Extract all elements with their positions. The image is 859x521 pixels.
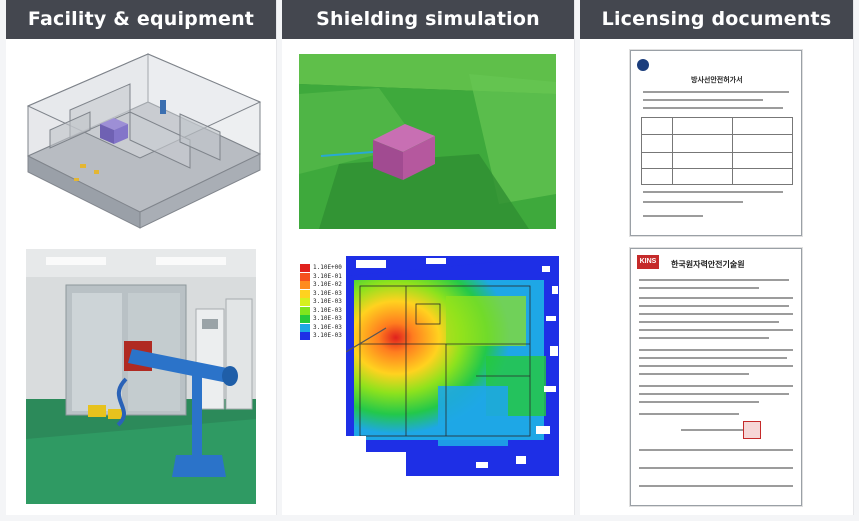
license-certificate-heading: 방사선안전허가서	[691, 76, 743, 84]
colorbar-label: 3.10E-03	[313, 323, 342, 331]
facility-photo	[26, 249, 256, 504]
simulation-column-title: Shielding simulation	[282, 0, 574, 39]
facility-3d-model-image	[10, 44, 272, 230]
facility-column: Facility & equipment	[6, 0, 277, 515]
license-certificate-document: 방사선안전허가서	[630, 50, 802, 236]
colorbar-swatch	[300, 332, 310, 340]
colorbar-swatch	[300, 272, 310, 281]
shielding-3d-model-image	[299, 54, 556, 229]
colorbar-label: 3.10E-03	[313, 298, 342, 305]
colorbar-swatch	[300, 289, 310, 298]
colorbar-swatch	[300, 315, 310, 323]
colorbar-swatch	[300, 281, 310, 289]
license-table	[641, 117, 793, 185]
colorbar-swatch	[300, 264, 310, 272]
government-seal-icon	[637, 59, 649, 71]
colorbar-label: 3.10E-03	[313, 315, 342, 322]
facility-column-title: Facility & equipment	[6, 0, 276, 39]
dose-heatmap	[346, 256, 559, 476]
kins-logo: KINS	[637, 255, 659, 269]
colorbar-label: 3.10E-02	[313, 281, 342, 288]
kins-document-heading: 한국원자력안전기술원	[671, 260, 745, 269]
kins-inspection-document: KINS 한국원자력안전기술원	[630, 248, 802, 506]
simulation-column: Shielding simulation 1.10E+00 3.10E-01 3.1…	[282, 0, 575, 515]
colorbar-label: 3.10E-03	[313, 332, 342, 339]
colorbar-label: 3.10E-03	[313, 289, 342, 297]
colorbar-swatch	[300, 323, 310, 332]
official-seal-stamp	[743, 421, 761, 439]
licensing-column-title: Licensing documents	[580, 0, 853, 39]
colorbar-swatch	[300, 306, 310, 315]
colorbar-swatch	[300, 298, 310, 306]
colorbar-label: 3.10E-01	[313, 272, 342, 280]
licensing-column: Licensing documents 방사선안전허가서 KINS 한국원자력안…	[580, 0, 854, 515]
colorbar-label: 1.10E+00	[313, 264, 342, 271]
colorbar-label: 3.10E-03	[313, 306, 342, 314]
figure-grid: Facility & equipment Shielding simulatio…	[0, 0, 859, 521]
